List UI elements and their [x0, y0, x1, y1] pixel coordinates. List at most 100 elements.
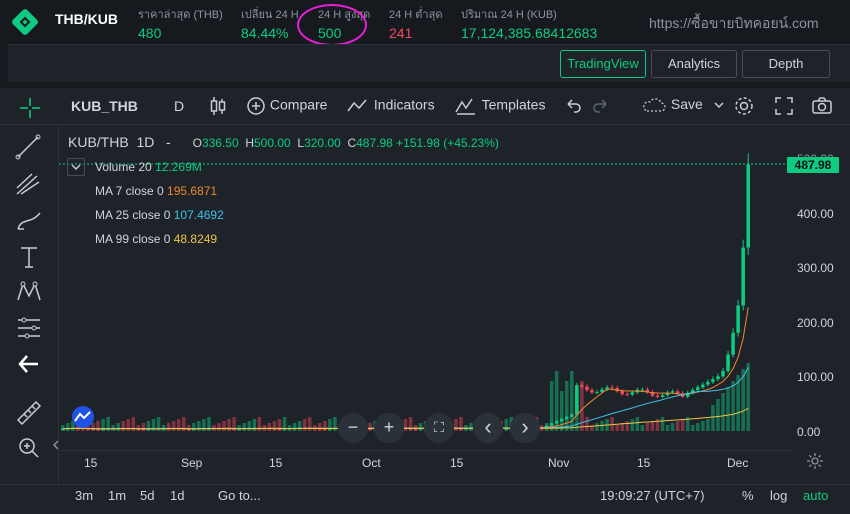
ma7-line — [62, 307, 749, 430]
camera-icon[interactable] — [811, 96, 833, 119]
range-3m[interactable]: 3m — [75, 488, 93, 503]
candle-body — [549, 423, 554, 426]
range-5d[interactable]: 5d — [140, 488, 154, 503]
candle-body — [625, 394, 630, 396]
candle-body — [670, 391, 675, 393]
volume-bar — [247, 421, 252, 431]
gear-icon[interactable] — [733, 95, 755, 120]
bitkub-logo-icon — [12, 9, 38, 35]
scroll-left-button[interactable]: ‹ — [473, 413, 503, 443]
volume-bar — [675, 421, 680, 431]
zoom-out-button[interactable]: − — [338, 413, 368, 443]
candle-body — [620, 391, 624, 395]
candle-body — [323, 428, 327, 430]
candle-body — [565, 416, 569, 419]
auto-toggle[interactable]: auto — [803, 488, 828, 503]
x-tick-15-sep: 15 — [269, 456, 283, 470]
candle-body — [741, 247, 745, 306]
zoom-in-button[interactable]: + — [374, 413, 404, 443]
interval-select[interactable]: D — [174, 98, 184, 114]
high-value: 500.00 — [254, 136, 291, 150]
volume-bar — [665, 425, 670, 431]
log-toggle[interactable]: log — [770, 488, 787, 503]
plus-circle-icon — [247, 97, 265, 115]
volume-bar — [302, 419, 307, 431]
trend-line-icon[interactable] — [12, 133, 46, 161]
low-value: 320.00 — [304, 136, 341, 150]
volume-bar — [711, 405, 715, 431]
volume-bar — [746, 363, 750, 431]
tab-analytics[interactable]: Analytics — [651, 50, 737, 78]
compare-button[interactable]: Compare — [246, 96, 327, 116]
candles-icon[interactable] — [209, 96, 227, 119]
fullscreen-icon[interactable] — [774, 96, 794, 119]
text-icon[interactable] — [12, 243, 46, 271]
crosshair-icon[interactable] — [18, 96, 42, 123]
volume-bar — [197, 421, 201, 431]
volume-bar — [242, 423, 246, 431]
volume-bar — [615, 425, 619, 431]
pair-name[interactable]: THB/KUB — [55, 11, 118, 27]
legend-ma99[interactable]: MA 99 close 0 48.8249 — [95, 232, 217, 246]
highlight-circle — [297, 4, 367, 46]
range-1d[interactable]: 1d — [170, 488, 184, 503]
legend-ma7[interactable]: MA 7 close 0 195.6871 — [95, 184, 217, 198]
zoom-in-icon[interactable] — [12, 434, 46, 462]
legend-ma25[interactable]: MA 25 close 0 107.4692 — [95, 208, 224, 222]
range-1m[interactable]: 1m — [108, 488, 126, 503]
volume-bar — [368, 423, 372, 431]
volume-bar — [292, 423, 297, 431]
x-tick-sep: Sep — [181, 456, 203, 470]
tradingview-logo-icon — [70, 406, 96, 433]
pattern-icon[interactable] — [12, 278, 46, 306]
indicators-button[interactable]: Indicators — [346, 96, 435, 116]
pitchfork-icon[interactable] — [12, 170, 46, 198]
redo-icon[interactable] — [591, 97, 609, 118]
goto-button[interactable]: Go to... — [218, 488, 261, 503]
volume-bar — [222, 421, 226, 431]
candle-body — [232, 429, 236, 431]
clock: 19:09:27 (UTC+7) — [600, 488, 705, 503]
candle-body — [706, 381, 710, 385]
tab-depth[interactable]: Depth — [742, 50, 830, 78]
tab-tradingview[interactable]: TradingView — [560, 50, 646, 78]
y-tick-0: 0.00 — [797, 425, 821, 439]
undo-icon[interactable] — [565, 97, 583, 118]
stat-last-price: ราคาล่าสุด (THB) 480 — [138, 9, 223, 41]
candle-body — [559, 418, 564, 422]
reset-chart-button[interactable]: ⛶ — [424, 413, 454, 443]
candle-body — [575, 385, 579, 415]
axis-settings-icon[interactable] — [806, 452, 824, 475]
save-button[interactable]: Save — [641, 96, 725, 114]
volume-bar — [640, 425, 645, 431]
scroll-right-button[interactable]: › — [510, 413, 540, 443]
candle-body — [655, 395, 660, 397]
legend-volume[interactable]: Volume 20 12.269M — [95, 160, 202, 174]
templates-button[interactable]: Templates — [454, 96, 545, 116]
volume-bar — [680, 419, 685, 431]
volume-bar — [660, 417, 665, 431]
y-tick-300: 300.00 — [797, 261, 834, 275]
candle-body — [595, 392, 599, 394]
indicators-icon — [347, 99, 367, 112]
percent-toggle[interactable]: % — [742, 488, 754, 503]
arrow-left-icon[interactable] — [12, 350, 46, 378]
symbol-search[interactable]: KUB_THB — [71, 98, 138, 114]
candle-body — [590, 390, 594, 393]
candle-body — [675, 391, 680, 394]
volume-bar — [318, 423, 322, 431]
volume-bar — [297, 421, 302, 431]
ruler-icon[interactable] — [12, 398, 46, 426]
candle-body — [630, 392, 635, 395]
volume-bar — [116, 423, 120, 431]
volume-bar — [691, 425, 695, 431]
brush-icon[interactable] — [12, 207, 46, 235]
volume-bar — [625, 421, 630, 431]
volume-bar — [171, 421, 176, 431]
stat-change-24h: เปลี่ยน 24 H 84.44% — [241, 9, 299, 41]
candle-body — [736, 305, 740, 333]
measure-icon[interactable] — [12, 314, 46, 342]
legend-toggle[interactable] — [67, 158, 85, 176]
view-tabs: TradingView Analytics Depth — [8, 44, 850, 82]
x-tick-nov: Nov — [548, 456, 570, 470]
